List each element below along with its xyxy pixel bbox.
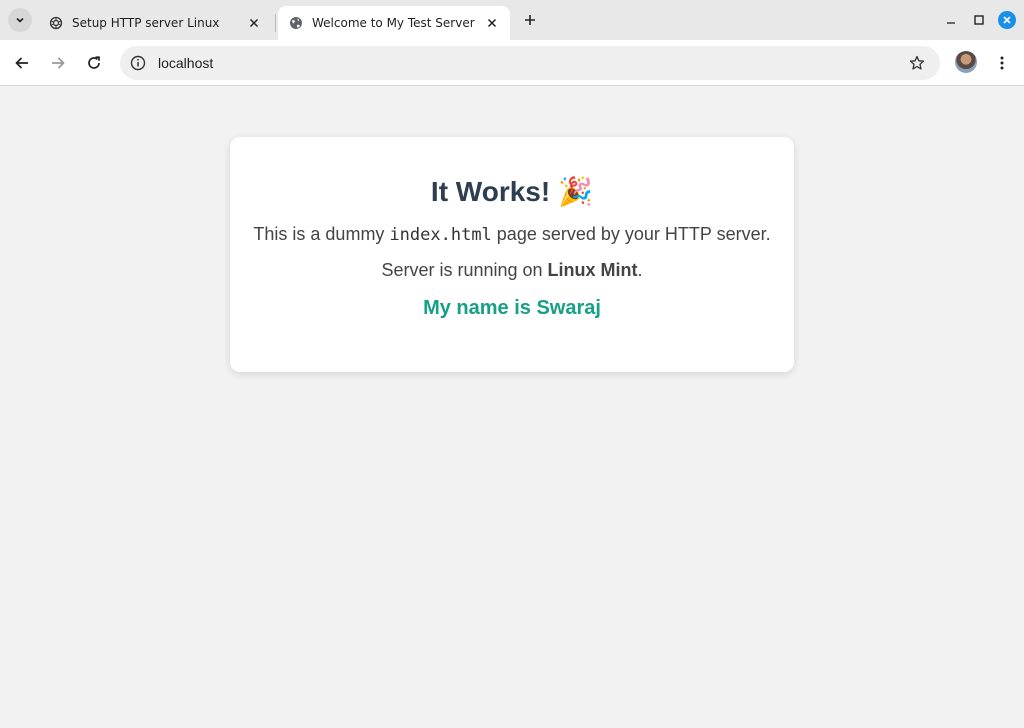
reload-icon (88, 56, 100, 69)
close-icon (249, 18, 259, 28)
window-close-button[interactable] (996, 9, 1018, 31)
minimize-icon (947, 22, 955, 24)
tab-search-button[interactable] (8, 8, 32, 32)
profile-avatar[interactable] (955, 51, 977, 73)
url-text[interactable]: localhost (158, 55, 213, 71)
tab-title: Welcome to My Test Server (312, 16, 475, 30)
minimize-button[interactable] (940, 9, 962, 31)
new-tab-button[interactable] (519, 9, 541, 31)
arrow-right-icon (52, 57, 65, 69)
more-vert-icon (1000, 56, 1004, 70)
close-circle (998, 11, 1016, 29)
page-viewport: It Works! 🎉 This is a dummy index.html p… (0, 87, 1024, 728)
maximize-button[interactable] (968, 9, 990, 31)
close-tab-button[interactable] (482, 13, 502, 33)
maximize-icon (974, 15, 984, 25)
bookmark-star-icon[interactable] (908, 54, 926, 72)
tab-title: Setup HTTP server Linux (72, 16, 220, 30)
filename-code: index.html (389, 225, 492, 245)
arrow-left-icon (15, 57, 28, 69)
heading-text: It Works! (430, 175, 551, 207)
close-icon (1003, 16, 1011, 24)
openai-icon (48, 15, 64, 31)
server-os-suffix: . (637, 260, 643, 280)
os-name: Linux Mint (547, 260, 638, 280)
site-info-icon[interactable] (129, 54, 147, 72)
address-bar[interactable]: localhost (120, 46, 940, 80)
description-line: This is a dummy index.html page served b… (230, 224, 794, 245)
close-icon (487, 18, 497, 28)
tab-separator (275, 14, 276, 32)
party-popper-icon: 🎉 (558, 176, 594, 207)
name-line: My name is Swaraj (423, 297, 601, 319)
description-suffix: page served by your HTTP server. (491, 224, 771, 244)
forward-button[interactable] (46, 51, 70, 75)
plus-icon (525, 15, 535, 25)
reload-button[interactable] (82, 51, 106, 75)
welcome-card: It Works! 🎉 This is a dummy index.html p… (230, 137, 794, 372)
globe-icon (288, 15, 304, 31)
chevron-down-icon (16, 17, 24, 23)
page-title: It Works! 🎉 (230, 175, 794, 208)
description-prefix: This is a dummy (253, 224, 390, 244)
browser-toolbar: localhost (0, 40, 1024, 86)
close-tab-button[interactable] (244, 13, 264, 33)
server-os-prefix: Server is running on (381, 260, 548, 280)
tab-strip: Setup HTTP server Linux Welcome to My Te… (0, 0, 1024, 40)
back-button[interactable] (10, 51, 34, 75)
server-os-line: Server is running on Linux Mint. (230, 260, 794, 281)
browser-menu-button[interactable] (990, 51, 1014, 75)
tab-welcome-test-server[interactable]: Welcome to My Test Server (278, 6, 510, 40)
tab-setup-http-server[interactable]: Setup HTTP server Linux (38, 6, 272, 40)
